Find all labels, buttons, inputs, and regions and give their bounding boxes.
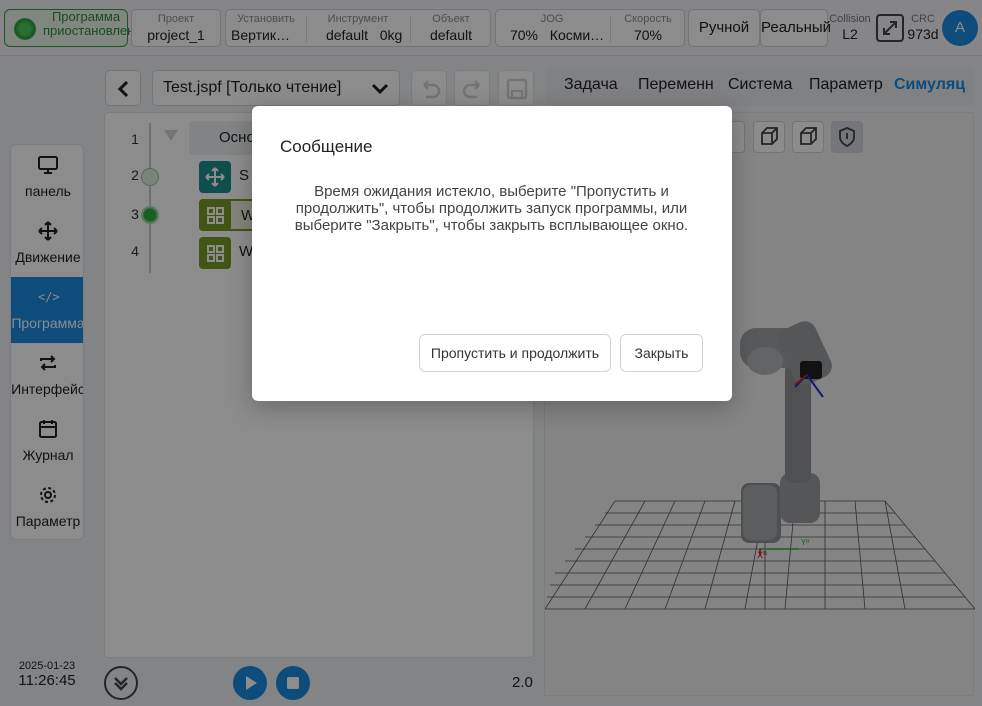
- skip-and-continue-button[interactable]: Пропустить и продолжить: [419, 334, 611, 372]
- message-dialog: Сообщение Время ожидания истекло, выбери…: [252, 106, 732, 401]
- dialog-message: Время ожидания истекло, выберите "Пропус…: [294, 183, 689, 234]
- close-button[interactable]: Закрыть: [620, 334, 703, 372]
- dialog-title: Сообщение: [280, 137, 373, 156]
